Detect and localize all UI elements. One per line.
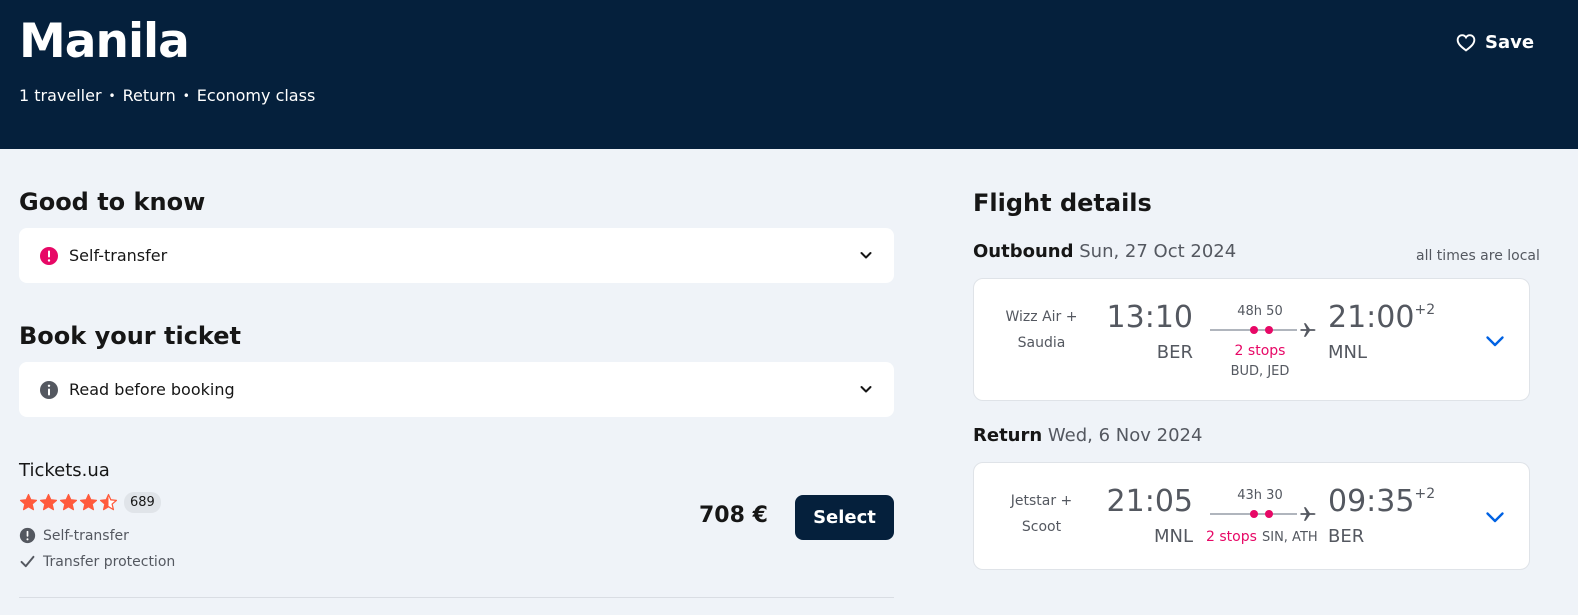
star-icon [39, 493, 58, 511]
layover-airports: SIN, ATH [1261, 530, 1318, 545]
airline-line: Scoot [1021, 519, 1062, 535]
departure-airport: BER [1156, 342, 1193, 363]
layover-airports: BUD, JED [1230, 364, 1290, 379]
airline-line: Jetstar + [1010, 493, 1073, 509]
flight-duration: 48h 50 [1237, 304, 1283, 319]
save-label: Save [1485, 32, 1535, 53]
plane-icon [1300, 507, 1316, 521]
stop-dot [1250, 510, 1258, 518]
travellers-text: 1 traveller [19, 86, 102, 105]
departure-airport: MNL [1153, 526, 1193, 547]
stop-dot [1265, 326, 1273, 334]
leg-label: Outbound [973, 241, 1074, 262]
cabin-class-text: Economy class [196, 86, 316, 105]
check-icon [20, 555, 35, 568]
chevron-down-icon [860, 386, 872, 393]
arrival-time-value: 21:00 [1328, 300, 1415, 335]
feature-label: Transfer protection [43, 553, 176, 570]
outbound-flight-card[interactable]: Wizz Air + Saudia 13:10 BER 48h 50 2 sto… [973, 278, 1530, 401]
arrival-airport: MNL [1328, 342, 1368, 363]
route-line [1210, 326, 1297, 334]
self-transfer-accordion[interactable]: Self-transfer [19, 228, 894, 283]
review-count: 689 [124, 492, 161, 513]
save-button[interactable]: Save [1456, 32, 1534, 53]
arrival-time: 09:35+2 [1328, 484, 1435, 519]
return-flight-card[interactable]: Jetstar + Scoot 21:05 MNL 43h 30 2 stops… [973, 462, 1530, 570]
accordion-label: Read before booking [69, 380, 235, 399]
heart-icon [1456, 34, 1476, 52]
route-line [1210, 510, 1297, 518]
page-header: Manila 1 traveller • Return • Economy cl… [0, 0, 1578, 149]
good-to-know-heading: Good to know [19, 188, 206, 216]
info-circle-icon [40, 380, 58, 399]
accordion-label: Self-transfer [69, 246, 168, 265]
airline-names: Wizz Air + Saudia [994, 304, 1089, 356]
arrival-airport: BER [1328, 526, 1365, 547]
alert-circle-icon [40, 246, 58, 265]
star-icon [99, 493, 118, 511]
star-icon [79, 493, 98, 511]
provider-name[interactable]: Tickets.ua [19, 460, 110, 481]
airline-line: Saudia [1017, 335, 1066, 351]
day-offset: +2 [1414, 486, 1436, 502]
leg-date: Sun, 27 Oct 2024 [1079, 241, 1237, 262]
trip-type-text: Return [122, 86, 176, 105]
provider-rating: 689 [19, 492, 161, 513]
arrival-time: 21:00+2 [1328, 300, 1435, 335]
separator: • [108, 88, 116, 103]
divider [19, 597, 894, 598]
departure-time: 13:10 [1106, 300, 1193, 335]
outbound-heading: Outbound Sun, 27 Oct 2024 [973, 241, 1236, 262]
select-button[interactable]: Select [795, 495, 894, 540]
read-before-booking-accordion[interactable]: Read before booking [19, 362, 894, 417]
rating-stars [19, 493, 118, 512]
trip-summary: 1 traveller • Return • Economy class [19, 86, 315, 105]
chevron-down-icon[interactable] [1483, 505, 1507, 529]
page-title: Manila [19, 14, 190, 69]
plane-icon [1300, 323, 1316, 337]
stop-dot [1265, 510, 1273, 518]
flight-details-heading: Flight details [973, 189, 1152, 217]
leg-label: Return [973, 425, 1043, 446]
flight-duration: 43h 30 [1237, 488, 1283, 503]
star-icon [19, 493, 38, 511]
star-icon [59, 493, 78, 511]
feature-label: Self-transfer [43, 527, 129, 544]
leg-date: Wed, 6 Nov 2024 [1047, 425, 1203, 446]
separator: • [182, 88, 190, 103]
local-times-note: all times are local [1416, 248, 1540, 264]
return-heading: Return Wed, 6 Nov 2024 [973, 425, 1202, 446]
alert-circle-icon [19, 527, 36, 544]
departure-time: 21:05 [1106, 484, 1193, 519]
feature-transfer-protection: Transfer protection [19, 553, 175, 570]
airline-line: Wizz Air + [1005, 309, 1078, 325]
chevron-down-icon[interactable] [1483, 329, 1507, 353]
day-offset: +2 [1414, 302, 1436, 318]
airline-names: Jetstar + Scoot [994, 488, 1089, 540]
stops-count: 2 stops [1206, 529, 1257, 545]
stops-summary: 2 stops SIN, ATH [1206, 526, 1318, 545]
chevron-down-icon [860, 252, 872, 259]
stops-count: 2 stops [1234, 343, 1286, 359]
feature-self-transfer: Self-transfer [19, 527, 129, 544]
stop-dot [1250, 326, 1258, 334]
book-ticket-heading: Book your ticket [19, 322, 241, 350]
arrival-time-value: 09:35 [1328, 484, 1415, 519]
ticket-price: 708 € [699, 503, 768, 528]
